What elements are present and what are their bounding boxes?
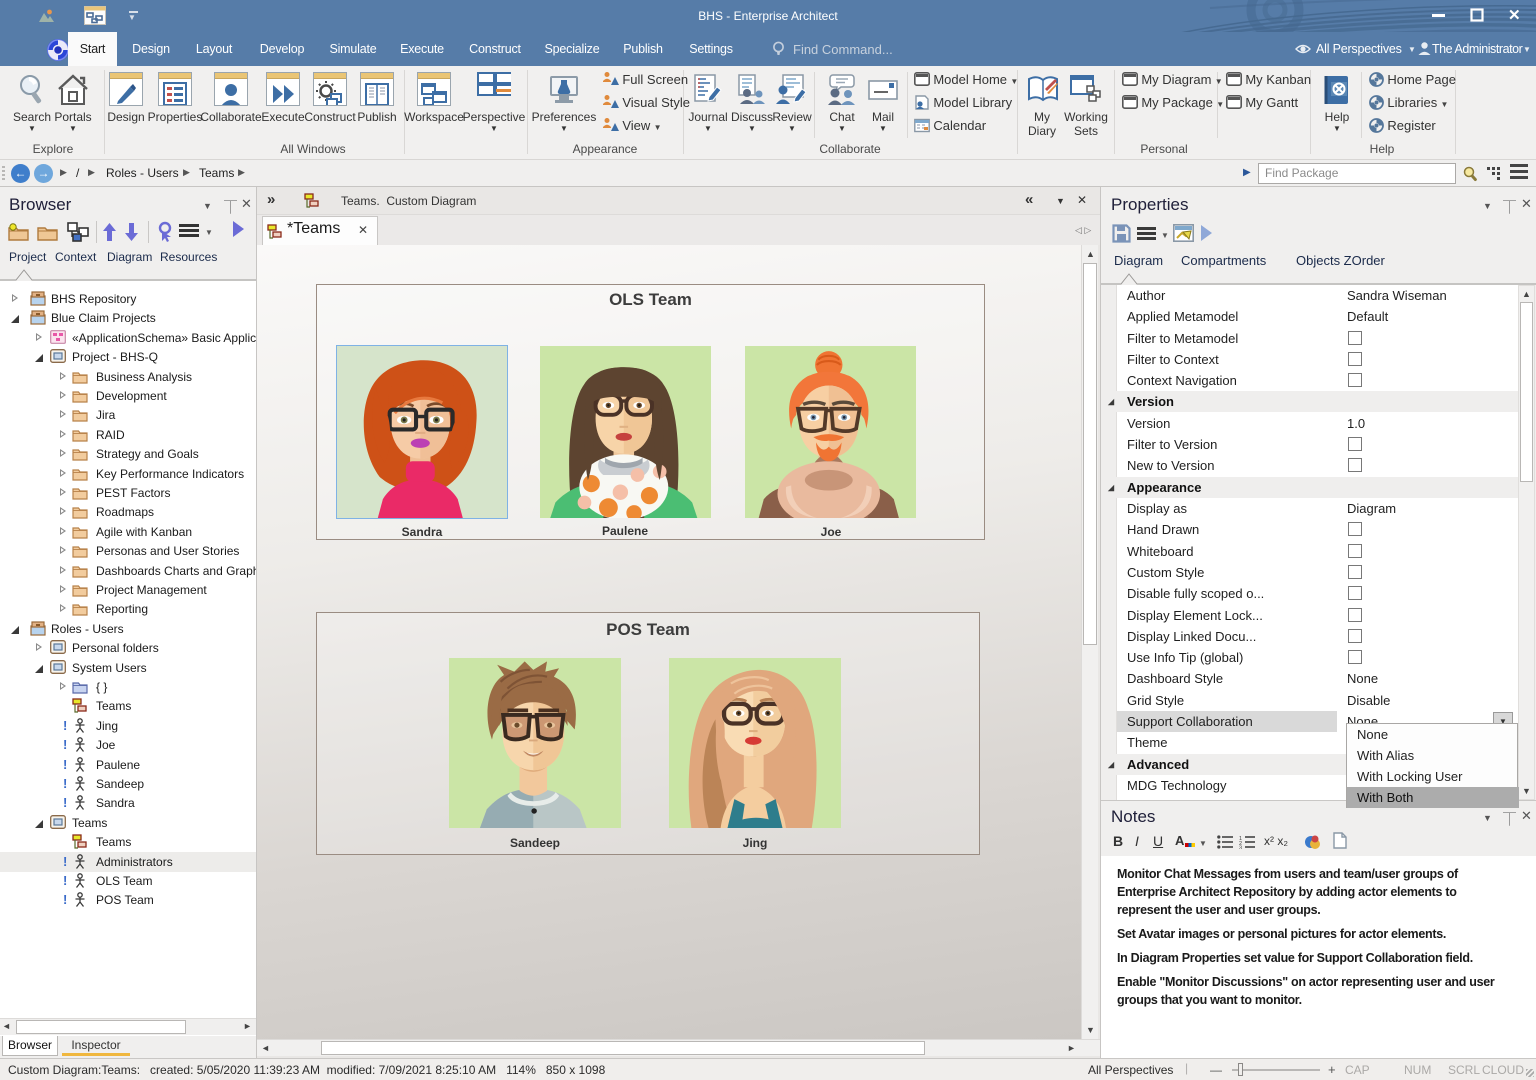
svg-text:3: 3 [1239, 846, 1242, 850]
